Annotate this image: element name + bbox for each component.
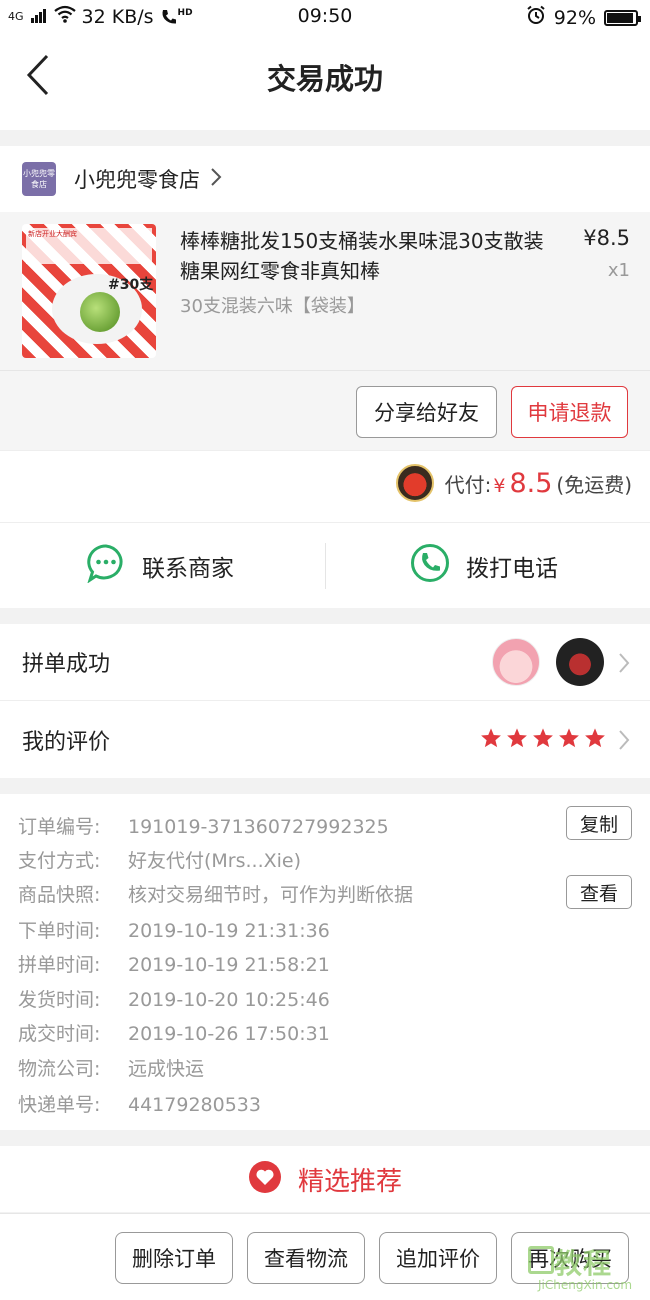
payment-currency: ¥ — [493, 475, 506, 497]
product-spec: 30支混装六味【袋装】 — [180, 296, 365, 317]
payment-row: 代付: ¥ 8.5 (免运费) — [0, 450, 650, 522]
page-title: 交易成功 — [266, 62, 383, 96]
watermark-url: JiChengXin.com — [538, 1278, 633, 1292]
detail-order-number: 订单编号: 191019-371360727992325 — [18, 816, 389, 838]
phone-icon — [410, 543, 450, 589]
product-row[interactable]: 新店开业大酬宾 #30支 棒棒糖批发150支桶装水果味混30支散装糖果网红零食非… — [0, 212, 650, 370]
avatar — [492, 638, 540, 686]
star-icon — [532, 727, 554, 753]
contact-merchant-button[interactable]: 联系商家 — [86, 523, 234, 609]
store-name: 小兜兜零食店 — [74, 168, 200, 192]
recommend-title: 精选推荐 — [297, 1166, 402, 1197]
group-success-row[interactable]: 拼单成功 — [0, 624, 650, 701]
product-title: 棒棒糖批发150支桶装水果味混30支散装糖果网红零食非真知棒 — [180, 229, 544, 283]
payer-avatar — [396, 464, 434, 502]
battery-percent: 92% — [553, 6, 596, 29]
payment-label: 代付: — [444, 473, 492, 497]
detail-snapshot: 商品快照: 核对交易细节时，可作为判断依据 — [18, 884, 414, 906]
chat-icon — [86, 543, 126, 589]
product-image-banner: 新店开业大酬宾 — [26, 228, 152, 264]
store-logo: 小兜兜零食店 — [22, 162, 56, 196]
site-watermark: 教程 JiChengXin.com — [528, 1240, 646, 1298]
star-icon — [506, 727, 528, 753]
star-icon — [480, 727, 502, 753]
chevron-right-icon — [618, 652, 630, 678]
battery-fill — [607, 12, 633, 23]
delete-order-button[interactable]: 删除订单 — [115, 1232, 233, 1284]
chevron-right-icon — [618, 729, 630, 755]
store-header[interactable]: 小兜兜零食店 小兜兜零食店 — [0, 146, 650, 212]
detail-group-time: 拼单时间: 2019-10-19 21:58:21 — [18, 954, 330, 976]
detail-ship-time: 发货时间: 2019-10-20 10:25:46 — [18, 989, 330, 1011]
watermark-text: 教程 — [554, 1247, 613, 1280]
product-price: ¥8.5 — [583, 226, 630, 250]
group-success-label: 拼单成功 — [22, 652, 111, 677]
product-image-badge: #30支 — [108, 277, 154, 293]
alarm-icon — [526, 5, 546, 30]
detail-order-time: 下单时间: 2019-10-19 21:31:36 — [18, 920, 330, 942]
nav-bar: 交易成功 — [0, 34, 650, 130]
watermark-logo — [528, 1246, 554, 1274]
status-bar: 4G 32 KB/s HD 09:50 92% — [0, 0, 650, 34]
product-quantity: x1 — [607, 260, 630, 281]
call-phone-label: 拨打电话 — [466, 556, 558, 582]
contact-merchant-label: 联系商家 — [142, 556, 234, 582]
call-phone-button[interactable]: 拨打电话 — [410, 523, 558, 609]
star-icon — [558, 727, 580, 753]
contact-divider — [325, 543, 326, 589]
bottom-action-bar: 删除订单 查看物流 追加评价 再次购买 教程 JiChengXin.com — [0, 1213, 650, 1300]
contact-row: 联系商家 拨打电话 — [0, 522, 650, 608]
star-rating — [480, 727, 606, 753]
payment-summary: 代付: ¥ 8.5 (免运费) — [445, 468, 632, 499]
order-details: 订单编号: 191019-371360727992325 支付方式: 好友代付(Mr… — [0, 794, 650, 1130]
my-review-row[interactable]: 我的评价 — [0, 701, 650, 778]
copy-order-number-button[interactable]: 复制 — [566, 806, 632, 840]
detail-carrier: 物流公司: 远成快运 — [18, 1058, 205, 1080]
request-refund-button[interactable]: 申请退款 — [511, 386, 628, 438]
my-review-label: 我的评价 — [22, 729, 111, 755]
payment-amount: 8.5 — [509, 468, 553, 499]
star-icon — [584, 727, 606, 753]
share-to-friend-button[interactable]: 分享给好友 — [356, 386, 497, 438]
view-snapshot-button[interactable]: 查看 — [566, 875, 632, 909]
heart-icon — [248, 1160, 282, 1198]
recommend-header: 精选推荐 — [0, 1146, 650, 1212]
add-review-button[interactable]: 追加评价 — [379, 1232, 497, 1284]
product-image-candy — [80, 292, 120, 332]
detail-deal-time: 成交时间: 2019-10-26 17:50:31 — [18, 1023, 330, 1045]
group-review-card: 拼单成功 我的评价 — [0, 624, 650, 778]
item-actions: 分享给好友 申请退款 — [0, 370, 650, 450]
battery-icon — [604, 9, 641, 26]
avatar — [556, 638, 604, 686]
view-logistics-button[interactable]: 查看物流 — [247, 1232, 365, 1284]
order-item-card: 小兜兜零食店 小兜兜零食店 新店开业大酬宾 #30支 棒棒糖批发150支桶装水果… — [0, 146, 650, 450]
detail-payment-method: 支付方式: 好友代付(Mrs...Xie) — [18, 850, 302, 872]
detail-tracking-number: 快递单号: 44179280533 — [18, 1094, 261, 1116]
product-image[interactable]: 新店开业大酬宾 #30支 — [22, 224, 156, 358]
chevron-right-icon — [210, 167, 222, 191]
payment-note: (免运费) — [556, 473, 632, 497]
